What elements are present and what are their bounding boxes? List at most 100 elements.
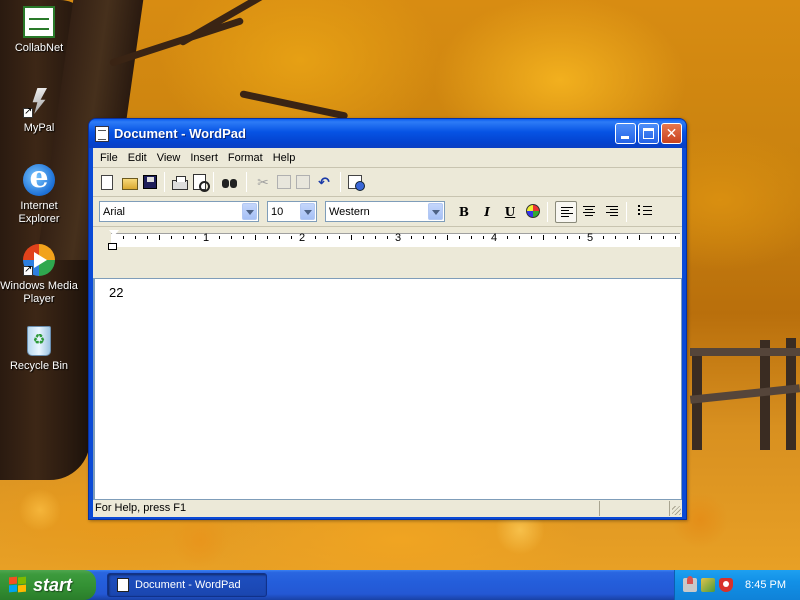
menu-help[interactable]: Help [268,149,301,167]
ruler-tick [447,235,448,240]
ruler-mark: 3 [395,232,402,244]
align-right-button[interactable] [601,201,623,223]
bullets-button[interactable] [634,201,656,223]
desktop-icon-collabnet[interactable]: CollabNet [0,6,78,55]
resize-grip[interactable] [670,501,682,516]
find-icon[interactable] [221,175,239,189]
font-color-button[interactable] [522,201,544,223]
copy-icon[interactable] [277,175,291,189]
chevron-down-icon[interactable] [428,203,443,220]
minimize-icon [621,136,629,139]
chevron-down-icon[interactable] [300,203,315,220]
clock[interactable]: 8:45 PM [745,570,786,600]
date-time-icon[interactable] [348,175,365,191]
cut-icon[interactable]: ✂ [254,173,272,191]
font-script-combo[interactable]: Western [325,201,445,222]
paste-icon[interactable] [296,175,310,189]
ruler-tick [603,236,604,239]
ruler-tick [135,236,136,239]
menu-file[interactable]: File [95,149,123,167]
ruler-tick [663,236,664,239]
status-panel [600,501,670,516]
wordpad-icon [117,578,129,592]
update-tray-icon[interactable] [701,578,715,592]
italic-button[interactable]: I [476,201,498,223]
window-title: Document - WordPad [114,126,246,141]
network-tray-icon[interactable] [683,576,697,592]
ruler-mark: 1 [203,232,210,244]
desktop-icon-windows-media-player[interactable]: Windows Media Player [0,244,78,306]
menu-view[interactable]: View [152,149,186,167]
font-name-combo[interactable]: Arial [99,201,259,222]
align-left-icon [561,206,573,218]
taskbar-button-wordpad[interactable]: Document - WordPad [107,573,267,597]
ruler-tick [315,236,316,239]
color-palette-icon [526,203,540,218]
align-left-button[interactable] [555,200,577,223]
menu-bar: File Edit View Insert Format Help [93,148,682,168]
font-size-combo[interactable]: 10 [267,201,317,222]
wordpad-icon[interactable] [95,125,109,142]
start-label: start [33,575,73,595]
minimize-button[interactable] [615,123,636,144]
ruler-tick [579,236,580,239]
windows-logo-icon [9,576,27,593]
start-button[interactable]: start [0,570,96,600]
align-center-button[interactable] [578,201,600,223]
status-bar: For Help, press F1 [93,500,682,517]
internet-explorer-icon [23,160,55,196]
bold-button[interactable]: B [453,201,475,223]
ruler-tick [435,236,436,239]
title-bar[interactable]: Document - WordPad ✕ [89,119,686,148]
ruler-tick [195,236,196,239]
ruler-tick [363,236,364,239]
shortcut-arrow-icon [23,263,33,276]
underline-button[interactable]: U [499,201,521,223]
toolbar-separator [213,172,214,192]
wordpad-window[interactable]: Document - WordPad ✕ File Edit View Inse… [88,118,687,520]
left-indent-marker[interactable] [108,243,117,250]
toolbar-separator [340,172,341,192]
taskbar-button-label: Document - WordPad [135,579,241,591]
document-text[interactable]: 22 [109,285,123,300]
status-text: For Help, press F1 [93,501,600,516]
windows-media-player-icon [23,244,55,276]
new-icon[interactable] [101,174,113,190]
toolbar-separator [626,201,627,222]
menu-format[interactable]: Format [223,149,268,167]
chevron-down-icon[interactable] [242,203,257,220]
toolbar-separator [164,172,165,192]
standard-toolbar: ✂ ↶ [93,168,682,197]
first-line-indent-marker[interactable] [108,229,120,236]
ruler-tick [291,236,292,239]
ruler-tick [327,236,328,239]
security-shield-icon[interactable] [719,578,733,592]
ruler-tick [219,236,220,239]
save-icon[interactable] [143,175,157,189]
document-area[interactable]: 22 [93,278,682,500]
print-preview-icon[interactable] [193,174,210,192]
ruler-mark: 4 [491,232,498,244]
close-button[interactable]: ✕ [661,123,682,144]
maximize-button[interactable] [638,123,659,144]
ruler-tick [375,236,376,239]
format-bar: Arial 10 Western B I U [93,197,682,227]
ruler-tick [387,236,388,239]
open-icon[interactable] [122,177,138,190]
desktop-icon-recycle-bin[interactable]: Recycle Bin [0,326,78,373]
undo-icon[interactable]: ↶ [315,173,333,191]
ruler[interactable]: 1 2 3 4 5 [93,229,682,251]
ruler-tick [651,236,652,239]
ruler-tick [627,236,628,239]
ruler-tick [507,236,508,239]
desktop-icon-mypal[interactable]: MyPal [0,86,78,135]
menu-insert[interactable]: Insert [185,149,223,167]
print-icon[interactable] [172,175,188,190]
desktop-icon-internet-explorer[interactable]: Internet Explorer [0,160,78,226]
ruler-tick [411,236,412,239]
menu-edit[interactable]: Edit [123,149,152,167]
desktop-icon-label: MyPal [23,122,55,134]
ruler-tick [339,236,340,239]
font-script-value: Western [329,205,370,218]
toolbar-separator [246,172,247,192]
